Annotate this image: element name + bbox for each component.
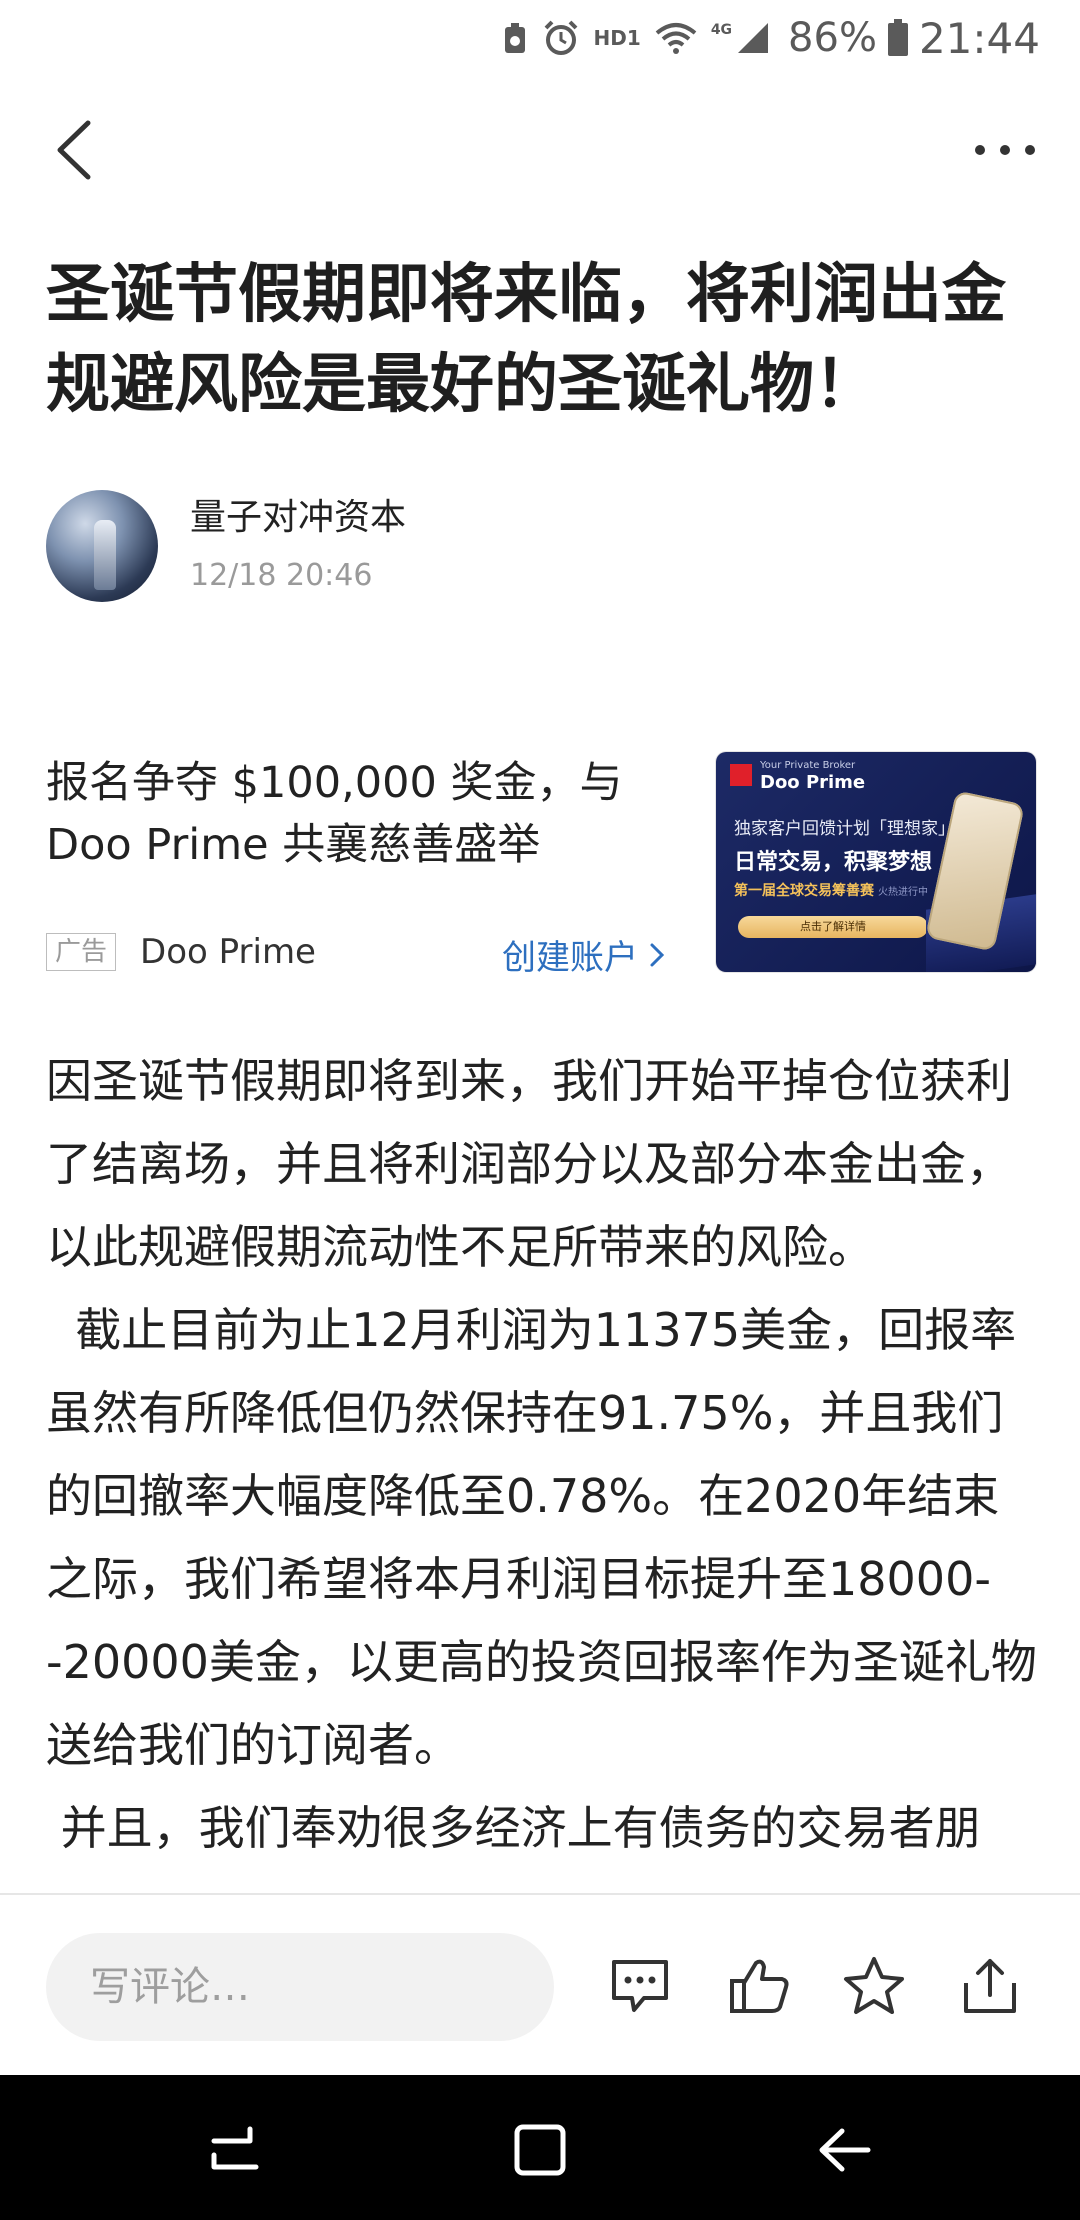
share-button[interactable]	[954, 1950, 1026, 2022]
back-arrow-icon	[819, 2128, 871, 2172]
comment-button[interactable]	[604, 1950, 676, 2022]
top-nav	[0, 110, 1080, 190]
clock: 21:44	[918, 13, 1040, 63]
status-bar: HD1 4G 86% 21:44	[0, 0, 1080, 76]
home-square-icon	[514, 2124, 566, 2176]
comment-icon	[612, 1960, 668, 2012]
ad-image-small-text: Your Private Broker	[760, 760, 856, 771]
create-account-link[interactable]: 创建账户	[502, 930, 666, 979]
wifi-icon	[655, 23, 697, 54]
system-back-button[interactable]	[810, 2115, 880, 2185]
chevron-right-icon	[650, 943, 665, 966]
author-name[interactable]: 量子对冲资本	[190, 488, 406, 540]
ad-image-line3-suffix: 火热进行中	[878, 887, 928, 898]
author-row[interactable]: 量子对冲资本 12/18 20:46	[46, 488, 1036, 608]
recycle-icon	[504, 23, 525, 53]
ad-image-line3-text: 第一届全球交易筹善赛	[734, 883, 874, 899]
article-body: 因圣诞节假期即将到来，我们开始平掉仓位获利了结离场，并且将利润部分以及部分本金出…	[46, 1040, 1041, 1890]
ad-brand: Doo Prime	[140, 932, 316, 972]
signal-label: 4G	[710, 22, 733, 38]
article-title: 圣诞节假期即将来临，将利润出金规避风险是最好的圣诞礼物！	[46, 258, 1006, 422]
thumbs-up-icon	[730, 1959, 789, 2013]
battery-percent: 86%	[788, 15, 877, 61]
battery-icon	[887, 19, 908, 56]
hd-label: HD1	[593, 26, 641, 50]
signal-icon	[738, 23, 769, 53]
paragraph-2: 截止目前为止12月利润为11375美金，回报率虽然有所降低但仍然保持在91.75…	[46, 1303, 1037, 1772]
bottom-action-bar	[0, 1895, 1080, 2075]
paragraph-3: 并且，我们奉劝很多经济上有债务的交易者朋	[46, 1801, 981, 1855]
star-icon	[844, 1957, 904, 2014]
ad-title[interactable]: 报名争夺 $100,000 奖金，与 Doo Prime 共襄慈善盛举	[46, 752, 686, 876]
chevron-left-icon	[57, 120, 91, 180]
doo-prime-logo-icon	[730, 764, 752, 786]
share-icon	[964, 1959, 1016, 2013]
create-account-label: 创建账户	[502, 938, 638, 978]
more-button[interactable]	[970, 120, 1040, 180]
ad-image-button: 点击了解详情	[738, 916, 928, 938]
system-navigation-bar	[0, 2075, 1080, 2220]
ad-image-line2: 日常交易，积聚梦想	[734, 850, 933, 875]
ad-image-line3: 第一届全球交易筹善赛 火热进行中	[734, 880, 928, 900]
ad-card[interactable]: 报名争夺 $100,000 奖金，与 Doo Prime 共襄慈善盛举 广告 D…	[46, 752, 1036, 978]
ad-banner-image[interactable]: Your Private Broker Doo Prime 独家客户回馈计划「理…	[716, 752, 1036, 972]
like-button[interactable]	[724, 1950, 796, 2022]
ad-label: 广告	[46, 933, 117, 971]
paragraph-1: 因圣诞节假期即将到来，我们开始平掉仓位获利了结离场，并且将利润部分以及部分本金出…	[46, 1054, 1012, 1274]
avatar[interactable]	[46, 490, 158, 602]
back-button[interactable]	[44, 115, 114, 185]
recent-apps-icon	[211, 2126, 259, 2170]
post-time: 12/18 20:46	[190, 558, 373, 593]
status-icons: HD1 4G	[502, 19, 771, 57]
favorite-button[interactable]	[838, 1950, 910, 2022]
ad-image-line1: 独家客户回馈计划「理想家」	[734, 819, 955, 839]
ad-meta: 广告 Doo Prime 创建账户	[46, 930, 666, 978]
alarm-icon	[544, 20, 577, 55]
recent-apps-button[interactable]	[200, 2115, 270, 2185]
home-button[interactable]	[505, 2115, 575, 2185]
ad-image-logo-text: Doo Prime	[760, 772, 866, 793]
more-horizontal-icon	[975, 145, 1035, 155]
comment-input[interactable]	[46, 1933, 554, 2041]
